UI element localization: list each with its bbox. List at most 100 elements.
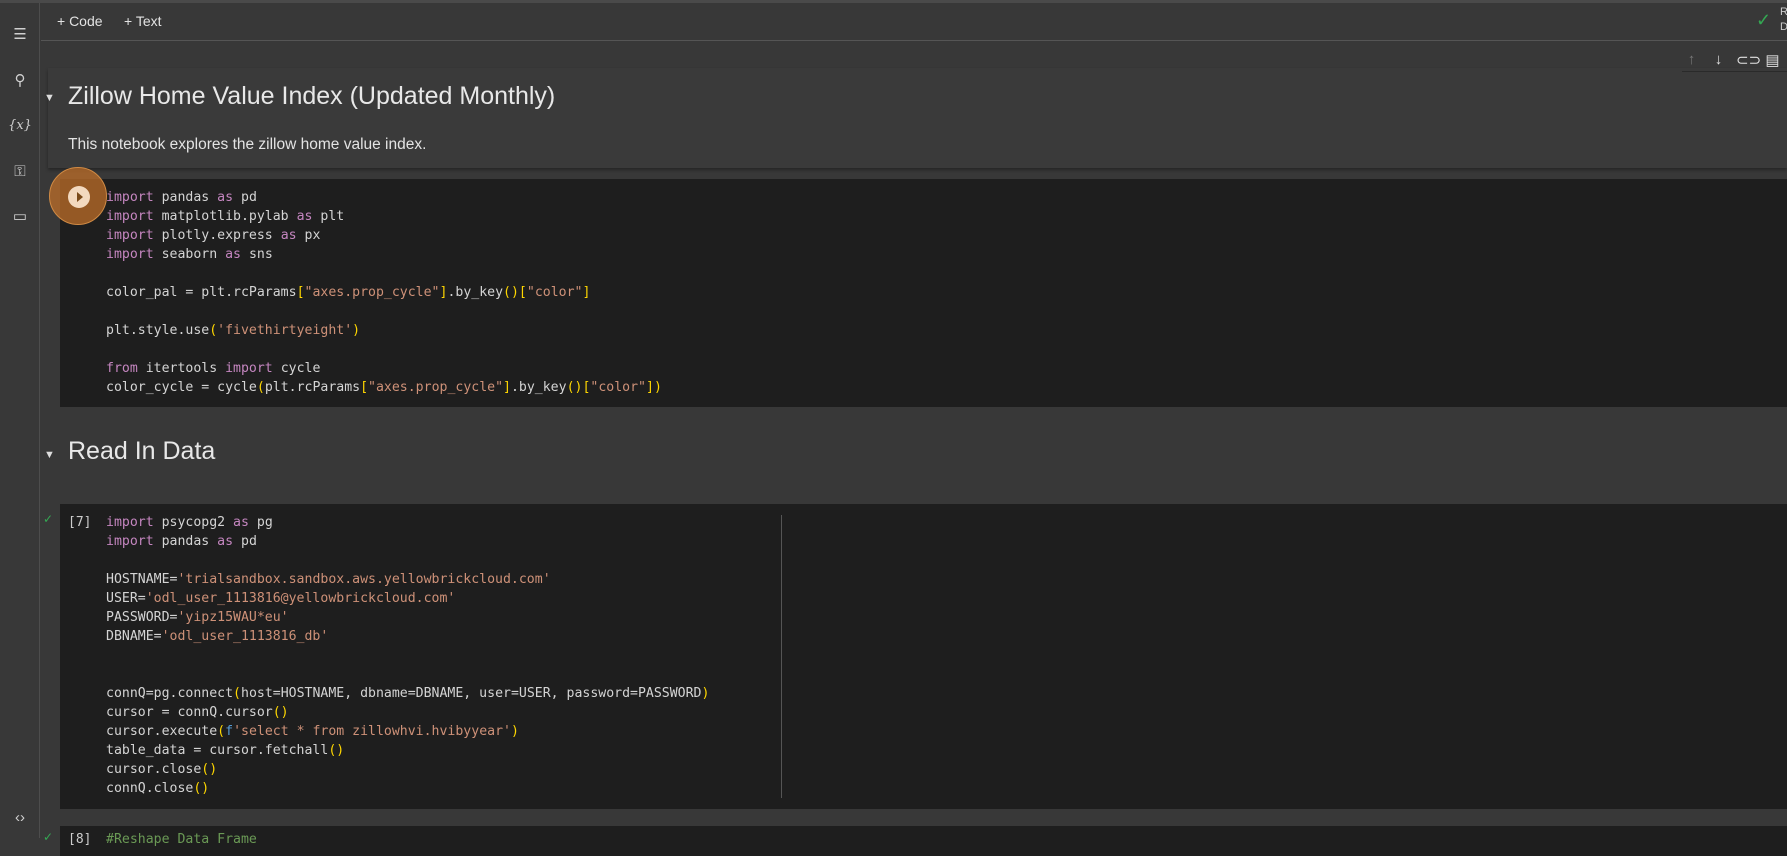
code-token: connQ=pg.connect	[106, 686, 234, 701]
left-sidebar: ☰ ⚲ {x} ⚿ ▭ ‹›	[0, 3, 40, 838]
code-token: ]	[503, 380, 511, 395]
code-token: [	[360, 380, 369, 395]
secrets-key-icon[interactable]: ⚿	[8, 160, 32, 184]
code-token: "axes.prop_cycle"	[368, 380, 504, 395]
move-down-icon[interactable]: ↓	[1709, 51, 1728, 68]
add-code-button[interactable]: + Code	[57, 13, 103, 29]
code-cell-reshape[interactable]: ✓ [8] #Reshape Data Frame	[43, 826, 1787, 856]
code-cell-imports[interactable]: import pandas as pd import matplotlib.pyl…	[60, 179, 1787, 407]
code-editor[interactable]: import pandas as pd import matplotlib.pyl…	[106, 188, 662, 397]
notebook-toolbar: + Code + Text	[41, 3, 1787, 41]
table-of-contents-icon[interactable]: ☰	[8, 23, 32, 47]
collapse-read-in-data-toggle[interactable]: ▼	[44, 449, 55, 461]
code-token: table_data = cursor.fetchall	[106, 743, 329, 758]
code-token: (	[256, 380, 265, 395]
code-token: "color"	[590, 380, 646, 395]
add-text-button[interactable]: + Text	[124, 13, 162, 29]
comment-icon[interactable]: ▤	[1763, 51, 1782, 69]
code-token: (	[233, 686, 241, 701]
code-token: color_cycle = cycle	[106, 380, 257, 395]
code-token: plt.rcParams	[264, 380, 361, 395]
connected-check-icon: ✓	[1756, 10, 1772, 30]
collapse-section-toggle[interactable]: ▼	[44, 92, 55, 104]
execution-count: [8]	[68, 832, 92, 847]
code-token: host=HOSTNAME, dbname=DBNAME, user=USER,…	[241, 686, 702, 701]
code-token: ]	[582, 285, 591, 300]
code-line: table_data = cursor.fetchall()	[106, 741, 709, 760]
code-line: import plotly.express as px	[106, 226, 662, 245]
code-editor[interactable]: import psycopg2 as pg import pandas as pd…	[106, 513, 709, 798]
code-token: pd	[233, 190, 257, 205]
code-token: )	[510, 724, 519, 739]
code-line: PASSWORD='yipz15WAU*eu'	[106, 608, 709, 627]
code-token: plt	[312, 209, 345, 224]
code-line: #Reshape Data Frame	[106, 830, 257, 849]
code-snippets-icon[interactable]: ‹›	[8, 806, 32, 830]
code-token: as	[296, 209, 313, 224]
files-folder-icon[interactable]: ▭	[8, 205, 32, 229]
code-line: import matplotlib.pylab as plt	[106, 207, 662, 226]
code-line: import pandas as pd	[106, 532, 709, 551]
code-token: color_pal = plt.rcParams	[106, 285, 297, 300]
code-token: ()	[201, 762, 218, 777]
code-line: color_pal = plt.rcParams["axes.prop_cycl…	[106, 283, 662, 302]
code-token: (	[217, 724, 226, 739]
code-token: ()	[193, 781, 210, 796]
intro-text: This notebook explores the zillow home v…	[68, 136, 427, 153]
code-token: .by_key	[447, 285, 504, 300]
code-token: ()	[566, 380, 583, 395]
code-token: (	[209, 323, 218, 338]
code-line: connQ=pg.connect(host=HOSTNAME, dbname=D…	[106, 684, 709, 703]
variables-icon[interactable]: {x}	[8, 114, 32, 138]
code-token: [	[296, 285, 305, 300]
code-token: 'trialsandbox.sandbox.aws.yellowbrickclo…	[177, 572, 551, 587]
code-token: pd	[233, 534, 257, 549]
code-line: connQ.close()	[106, 779, 709, 798]
search-icon[interactable]: ⚲	[8, 69, 32, 93]
code-line: plt.style.use('fivethirtyeight')	[106, 321, 662, 340]
move-up-icon[interactable]: ↑	[1682, 51, 1701, 68]
code-token: pandas	[153, 534, 218, 549]
code-editor[interactable]: #Reshape Data Frame	[106, 830, 257, 849]
code-line: from itertools import cycle	[106, 359, 662, 378]
code-line: color_cycle = cycle(plt.rcParams["axes.p…	[106, 378, 662, 397]
code-token: pandas	[153, 190, 218, 205]
code-line: USER='odl_user_1113816@yellowbrickcloud.…	[106, 589, 709, 608]
code-token: )	[352, 323, 361, 338]
code-line: cursor.execute(f'select * from zillowhvi…	[106, 722, 709, 741]
runtime-status-line2[interactable]: D	[1780, 21, 1787, 33]
code-token: 'select * from zillowhvi.hvibyyear'	[233, 724, 511, 739]
code-line: DBNAME='odl_user_1113816_db'	[106, 627, 709, 646]
code-token: 'odl_user_1113816@yellowbrickcloud.com'	[145, 591, 456, 606]
execution-count: [7]	[68, 515, 92, 530]
code-token: import	[106, 209, 154, 224]
code-token: ]	[645, 380, 654, 395]
code-token: f	[225, 724, 234, 739]
code-token: [	[518, 285, 527, 300]
code-line: cursor = connQ.cursor()	[106, 703, 709, 722]
code-line: import seaborn as sns	[106, 245, 662, 264]
code-token: cursor.close	[106, 762, 202, 777]
code-token: )	[701, 686, 710, 701]
code-token: ()	[503, 285, 519, 300]
code-line: import psycopg2 as pg	[106, 513, 709, 532]
code-cell-connect[interactable]: ✓ [7] import psycopg2 as pg import pandas…	[43, 504, 1787, 809]
runtime-status-line1[interactable]: R	[1780, 6, 1787, 18]
code-token: as	[280, 228, 297, 243]
code-token: 'odl_user_1113816_db'	[161, 629, 329, 644]
code-token: matplotlib.pylab	[153, 209, 297, 224]
code-token: cursor = connQ.cursor	[106, 705, 273, 720]
code-line: import pandas as pd	[106, 188, 662, 207]
code-token: ()	[328, 743, 345, 758]
link-icon[interactable]: ⊂⊃	[1736, 51, 1761, 69]
code-token: as	[217, 190, 234, 205]
run-cell-button[interactable]	[68, 186, 90, 208]
code-token: plt.style.use	[106, 323, 210, 338]
notebook-title-heading: Zillow Home Value Index (Updated Monthly…	[68, 82, 556, 110]
executed-check-icon: ✓	[43, 512, 54, 526]
code-token: as	[225, 247, 241, 262]
code-token: from	[106, 361, 138, 376]
